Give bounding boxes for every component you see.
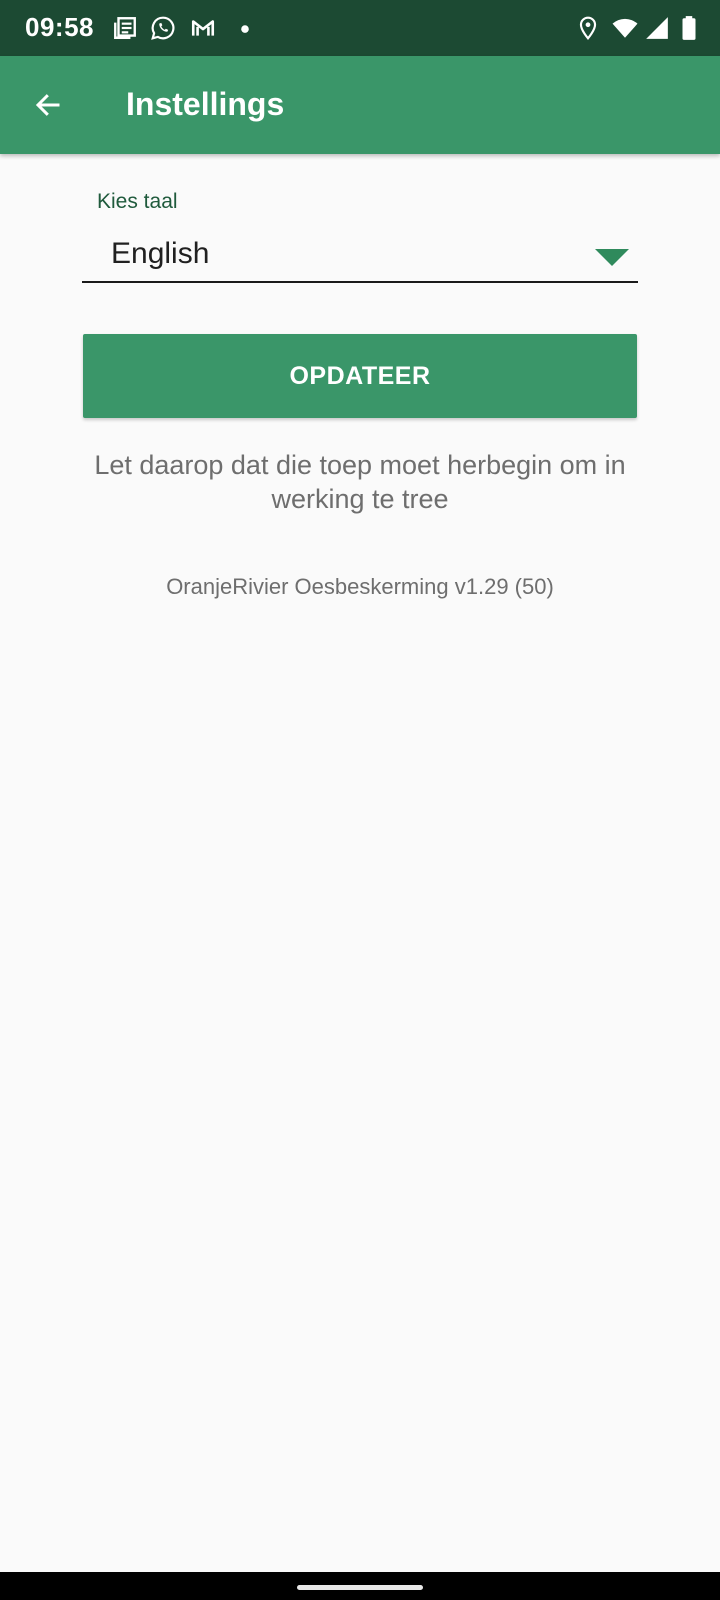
signal-icon xyxy=(646,17,668,39)
language-selected-value: English xyxy=(111,237,210,270)
battery-icon xyxy=(682,16,696,40)
app-bar: Instellings xyxy=(0,56,720,154)
page-title: Instellings xyxy=(126,86,285,122)
navigation-bar xyxy=(0,1572,720,1600)
language-label: Kies taal xyxy=(97,190,178,213)
app-version: OranjeRivier Oesbeskerming v1.29 (50) xyxy=(166,574,554,599)
dropdown-arrow-icon xyxy=(595,249,629,266)
status-bar: 09:58 xyxy=(0,0,720,56)
location-icon xyxy=(579,16,597,40)
back-button[interactable] xyxy=(24,81,72,129)
language-dropdown[interactable]: English xyxy=(82,225,638,283)
wifi-icon xyxy=(612,18,638,38)
restart-note: Let daarop dat die toep moet herbegin om… xyxy=(94,450,626,514)
home-gesture-handle[interactable] xyxy=(297,1585,423,1590)
arrow-left-icon xyxy=(35,94,60,116)
more-dot-icon xyxy=(241,25,249,33)
update-button[interactable]: OPDATEER xyxy=(83,334,637,418)
gmail-icon xyxy=(191,20,215,36)
news-icon xyxy=(114,17,136,39)
whatsapp-icon xyxy=(151,16,175,40)
status-time: 09:58 xyxy=(25,12,94,42)
